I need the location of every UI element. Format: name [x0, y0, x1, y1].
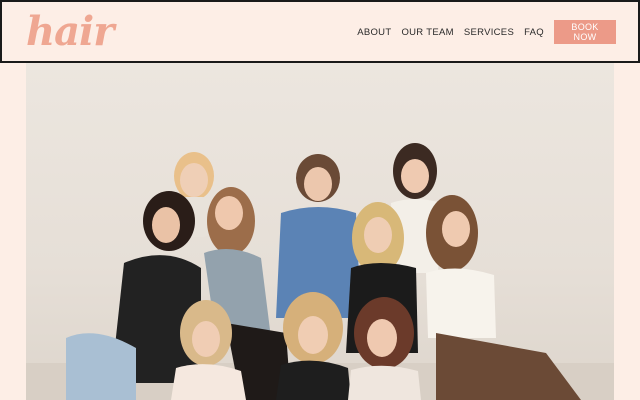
nav-link-services[interactable]: SERVICES	[464, 27, 514, 38]
nav-link-faq[interactable]: FAQ	[524, 27, 544, 38]
book-now-button[interactable]: BOOK NOW	[554, 20, 616, 44]
site-logo[interactable]: hair	[26, 8, 114, 56]
team-photo	[26, 63, 614, 400]
team-photo-illustration	[26, 143, 614, 400]
nav-link-our-team[interactable]: OUR TEAM	[401, 27, 453, 38]
nav-link-about[interactable]: ABOUT	[357, 27, 391, 38]
site-header: hair ABOUT OUR TEAM SERVICES FAQ BOOK NO…	[0, 0, 640, 63]
main-nav: ABOUT OUR TEAM SERVICES FAQ	[357, 27, 544, 38]
person-mid-4	[426, 195, 581, 400]
